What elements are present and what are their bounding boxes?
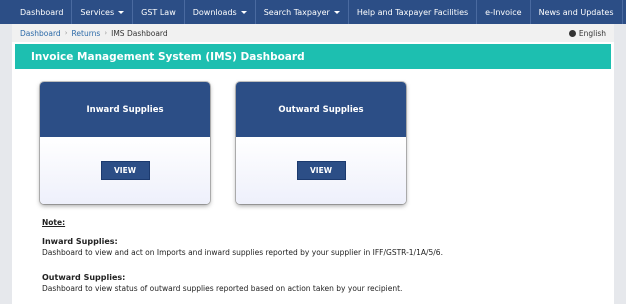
- outward-note-text: Dashboard to view status of outward supp…: [42, 284, 403, 293]
- breadcrumb-separator: ›: [104, 29, 108, 37]
- card-title: Inward Supplies: [86, 104, 164, 115]
- nav-label: Services: [80, 7, 115, 17]
- outward-supplies-card: Outward Supplies VIEW: [236, 82, 406, 204]
- card-header: Outward Supplies: [236, 82, 406, 137]
- page-title-bar: Invoice Management System (IMS) Dashboar…: [15, 44, 611, 69]
- caret-down-icon: [118, 10, 125, 14]
- language-label: English: [578, 28, 606, 38]
- card-body: VIEW: [236, 137, 406, 204]
- nav-item-gst-law[interactable]: GST Law: [133, 0, 185, 24]
- caret-down-icon: [333, 10, 340, 14]
- outward-view-button[interactable]: VIEW: [296, 161, 346, 180]
- breadcrumb-dashboard-link[interactable]: Dashboard: [20, 29, 61, 38]
- language-selector[interactable]: English: [568, 24, 606, 42]
- nav-label: e-Invoice: [485, 7, 522, 17]
- nav-item-search-taxpayer[interactable]: Search Taxpayer: [256, 0, 349, 24]
- outward-note-title: Outward Supplies:: [42, 273, 126, 282]
- globe-icon: [568, 29, 576, 37]
- nav-item-services[interactable]: Services: [72, 0, 134, 24]
- page-title: Invoice Management System (IMS) Dashboar…: [31, 50, 305, 63]
- nav-item-news[interactable]: News and Updates: [531, 0, 623, 24]
- main-content: Dashboard › Returns › IMS Dashboard Engl…: [12, 24, 614, 304]
- breadcrumb-current: IMS Dashboard: [111, 28, 168, 38]
- nav-label: News and Updates: [538, 7, 614, 17]
- caret-down-icon: [240, 10, 247, 14]
- nav-label: Dashboard: [20, 7, 64, 17]
- inward-note-title: Inward Supplies:: [42, 237, 118, 246]
- nav-label: GST Law: [141, 7, 176, 17]
- nav-item-dashboard[interactable]: Dashboard: [12, 0, 73, 24]
- nav-label: Help and Taxpayer Facilities: [356, 7, 469, 17]
- breadcrumb-returns-link[interactable]: Returns: [72, 29, 101, 38]
- inward-supplies-card: Inward Supplies VIEW: [40, 82, 210, 204]
- nav-item-help[interactable]: Help and Taxpayer Facilities: [349, 0, 478, 24]
- card-body: VIEW: [40, 137, 210, 204]
- nav-label: Downloads: [192, 7, 237, 17]
- breadcrumb: Dashboard › Returns › IMS Dashboard Engl…: [12, 24, 614, 42]
- top-navigation-bar: Dashboard Services GST Law Downloads Sea…: [0, 0, 626, 24]
- nav-label: Search Taxpayer: [263, 7, 330, 17]
- inward-note-text: Dashboard to view and act on Imports and…: [42, 248, 443, 257]
- inward-view-button[interactable]: VIEW: [100, 161, 150, 180]
- nav-item-e-invoice[interactable]: e-Invoice: [477, 0, 531, 24]
- note-heading: Note:: [42, 218, 66, 227]
- card-title: Outward Supplies: [278, 104, 364, 115]
- card-header: Inward Supplies: [40, 82, 210, 137]
- breadcrumb-separator: ›: [64, 29, 68, 37]
- nav-item-downloads[interactable]: Downloads: [185, 0, 256, 24]
